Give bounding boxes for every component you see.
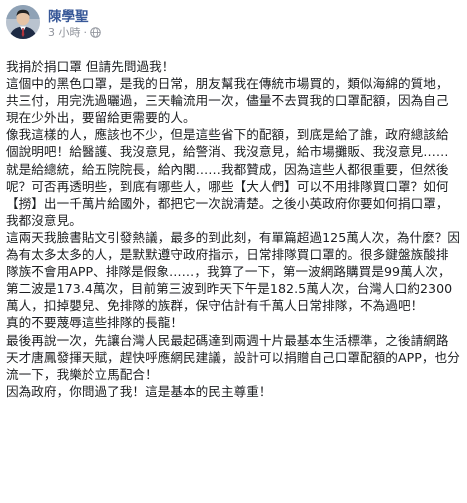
post-paragraph: 這個中的黑色口罩，是我的日常，朋友幫我在傳統市場買的，類似海綿的質地，共三付，用… bbox=[6, 76, 449, 126]
post-paragraph: 我捐於捐口罩 但請先問過我！ bbox=[6, 59, 175, 74]
post-paragraph: 真的不要蔑辱這些排隊的長龍！ bbox=[6, 315, 184, 331]
post-timestamp[interactable]: 3 小時 bbox=[48, 24, 81, 40]
avatar-portrait-icon bbox=[6, 5, 40, 39]
post-header: 陳學聖 3 小時 · bbox=[0, 0, 467, 44]
post-paragraph: 像我這樣的人，應該也不少，但是這些省下的配額，到底是給了誰，政府總該給個說明吧！… bbox=[6, 127, 449, 228]
author-name[interactable]: 陳學聖 bbox=[48, 5, 89, 25]
post-meta: 3 小時 · bbox=[48, 24, 101, 40]
post-body: 我捐於捐口罩 但請先問過我！ 這個中的黑色口罩，是我的日常，朋友幫我在傳統市場買… bbox=[6, 58, 461, 400]
globe-icon[interactable] bbox=[90, 26, 101, 38]
avatar[interactable] bbox=[6, 5, 40, 39]
post-paragraph: 這兩天我臉書貼文引發熱議，最多的到此刻，有單篇超過125萬人次，為什麼？因為有太… bbox=[6, 229, 461, 314]
post-paragraph: 最後再說一次，先讓台灣人民最起碼達到兩週十片最基本生活標準，之後請網路天才唐鳳發… bbox=[6, 332, 460, 382]
post-paragraph: 因為政府，你問過了我！這是基本的民主尊重！ bbox=[6, 383, 272, 399]
meta-separator: · bbox=[83, 25, 88, 39]
